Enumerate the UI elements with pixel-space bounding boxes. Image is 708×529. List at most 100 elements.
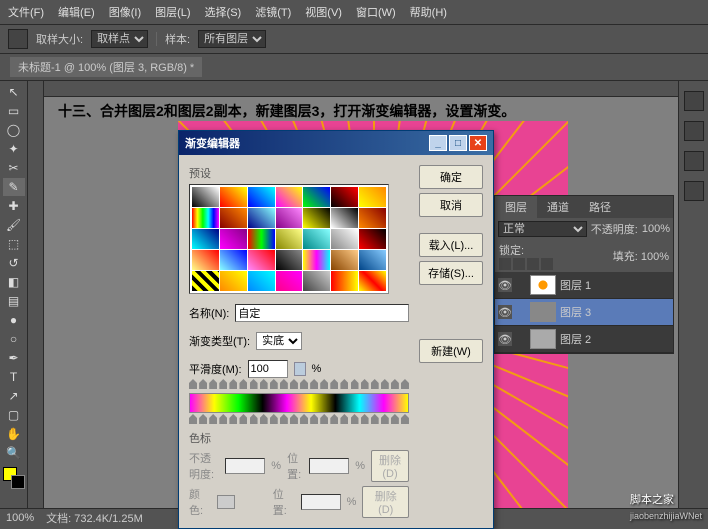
gradient-preset[interactable] [248,187,275,207]
pen-tool[interactable]: ✒ [3,349,25,367]
gradient-preset[interactable] [276,208,303,228]
smooth-input[interactable] [248,360,288,378]
background-color[interactable] [11,475,25,489]
gradient-preset[interactable] [331,271,358,291]
marquee-tool[interactable]: ▭ [3,102,25,120]
gradient-stop[interactable] [320,379,328,389]
eraser-tool[interactable]: ◧ [3,273,25,291]
menu-help[interactable]: 帮助(H) [410,4,447,20]
gradient-preset[interactable] [359,271,386,291]
gradient-stop[interactable] [310,379,318,389]
gradient-stop[interactable] [361,414,369,424]
gradient-preset[interactable] [192,187,219,207]
wand-tool[interactable]: ✦ [3,140,25,158]
sample-size-select[interactable]: 取样点 [91,30,148,48]
gradient-stop[interactable] [381,414,389,424]
menu-file[interactable]: 文件(F) [8,4,44,20]
gradient-preset[interactable] [192,229,219,249]
panel-icon-swatches[interactable] [684,151,704,171]
panel-icon-history[interactable] [684,91,704,111]
gradient-stop[interactable] [310,414,318,424]
gradient-preset[interactable] [303,187,330,207]
gradient-preset[interactable] [276,250,303,270]
gradient-stop[interactable] [189,379,197,389]
gradient-stop[interactable] [391,379,399,389]
smooth-arrow-icon[interactable] [294,362,306,376]
fill-value[interactable]: 100% [641,251,669,263]
shape-tool[interactable]: ▢ [3,406,25,424]
ok-button[interactable]: 确定 [419,165,483,189]
gradient-stop[interactable] [290,414,298,424]
gradient-stop[interactable] [320,414,328,424]
gradient-preset[interactable] [359,229,386,249]
layer-row[interactable]: 👁图层 2 [495,326,673,353]
gradient-stop[interactable] [401,414,409,424]
gradient-preset[interactable] [220,229,247,249]
gradient-bar[interactable] [189,393,409,413]
brush-tool[interactable]: 🖌 [3,216,25,234]
eyedropper-tool-icon[interactable] [8,29,28,49]
tab-layers[interactable]: 图层 [495,196,537,218]
menu-filter[interactable]: 滤镜(T) [255,4,291,20]
gradient-preset[interactable] [192,250,219,270]
gradient-preset[interactable] [303,229,330,249]
menu-image[interactable]: 图像(I) [109,4,141,20]
gradient-preset[interactable] [331,208,358,228]
gradient-preset[interactable] [192,271,219,291]
dialog-titlebar[interactable]: 渐变编辑器 _ □ ✕ [179,131,493,155]
eyedropper-tool[interactable]: ✎ [3,178,25,196]
gradient-preset[interactable] [220,208,247,228]
gradient-stop[interactable] [199,414,207,424]
minimize-button[interactable]: _ [429,135,447,151]
gradient-stop[interactable] [209,379,217,389]
gradient-preset[interactable] [248,229,275,249]
gradient-stop[interactable] [330,414,338,424]
gradient-preset[interactable] [331,187,358,207]
gradient-stop[interactable] [330,379,338,389]
gradient-preset[interactable] [359,250,386,270]
maximize-button[interactable]: □ [449,135,467,151]
gradient-preset[interactable] [220,187,247,207]
zoom-level[interactable]: 100% [6,512,34,524]
tab-paths[interactable]: 路径 [579,196,621,218]
type-tool[interactable]: T [3,368,25,386]
menu-window[interactable]: 窗口(W) [356,4,396,20]
dodge-tool[interactable]: ○ [3,330,25,348]
gradient-stop[interactable] [239,379,247,389]
gradient-preset[interactable] [303,250,330,270]
gradient-stop[interactable] [239,414,247,424]
gradient-stop[interactable] [250,414,258,424]
blur-tool[interactable]: ● [3,311,25,329]
panel-icon-color[interactable] [684,121,704,141]
gradient-stop[interactable] [340,414,348,424]
gradient-preset[interactable] [276,271,303,291]
gradient-stop[interactable] [300,414,308,424]
new-button[interactable]: 新建(W) [419,339,483,363]
gradient-preset[interactable] [303,208,330,228]
gradient-stop[interactable] [219,379,227,389]
load-button[interactable]: 载入(L)... [419,233,483,257]
gradient-tool[interactable]: ▤ [3,292,25,310]
name-input[interactable] [235,304,409,322]
gradient-preset[interactable] [248,208,275,228]
gradient-preset[interactable] [359,208,386,228]
gradient-stop[interactable] [219,414,227,424]
visibility-toggle[interactable]: 👁 [498,305,512,319]
blend-mode-select[interactable]: 正常 [498,221,587,237]
gradient-preset[interactable] [248,250,275,270]
gradient-stop[interactable] [250,379,258,389]
menu-layer[interactable]: 图层(L) [155,4,190,20]
gradient-stop[interactable] [209,414,217,424]
gradient-preset[interactable] [248,271,275,291]
gradient-stop[interactable] [391,414,399,424]
gradient-preset[interactable] [220,271,247,291]
gradient-preset[interactable] [192,208,219,228]
history-brush-tool[interactable]: ↺ [3,254,25,272]
gradient-stop[interactable] [260,414,268,424]
opacity-value[interactable]: 100% [642,223,670,235]
gradient-stop[interactable] [280,379,288,389]
lock-buttons[interactable] [499,258,553,270]
gradient-preset[interactable] [303,271,330,291]
close-button[interactable]: ✕ [469,135,487,151]
cancel-button[interactable]: 取消 [419,193,483,217]
